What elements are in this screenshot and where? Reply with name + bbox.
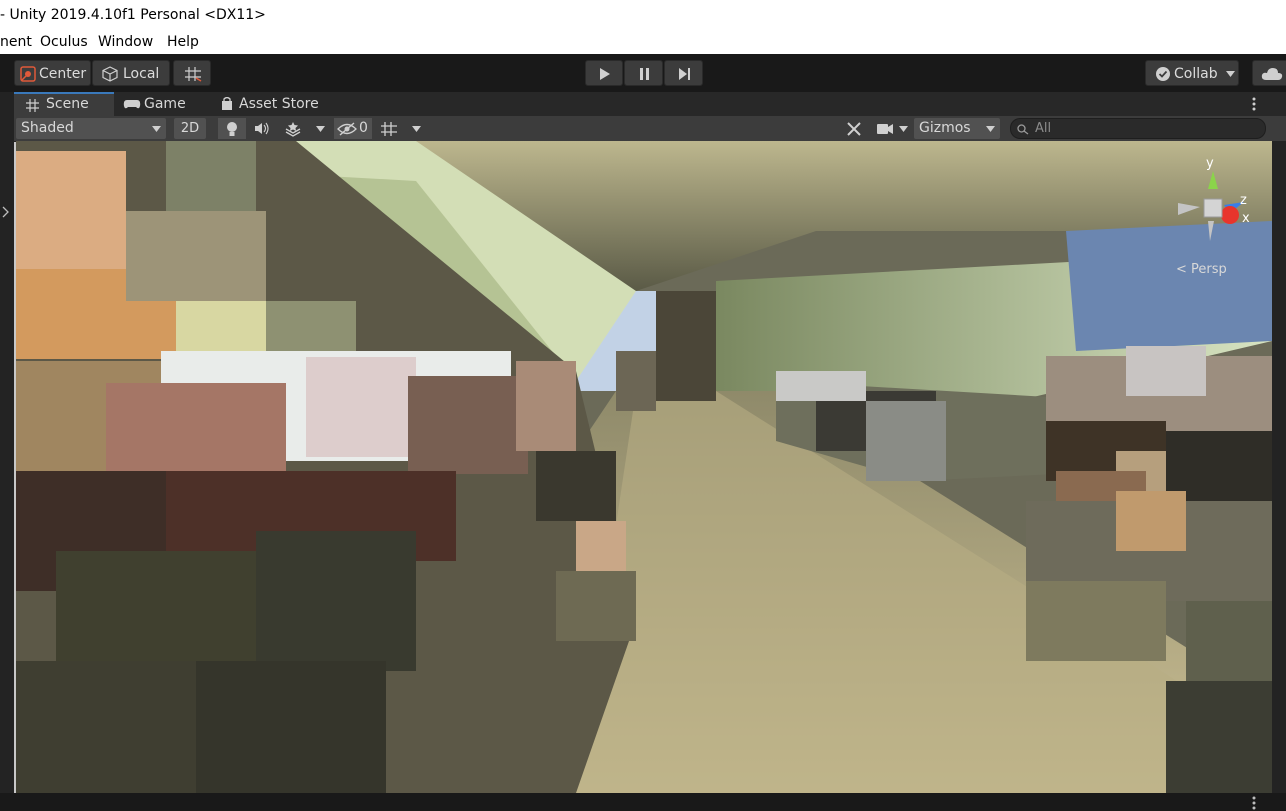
grid-snap-icon bbox=[185, 67, 202, 82]
pause-icon bbox=[640, 68, 649, 80]
gamepad-icon bbox=[123, 100, 141, 109]
shading-mode-dropdown[interactable]: Shaded bbox=[16, 118, 166, 139]
pause-button[interactable] bbox=[624, 60, 663, 86]
camera-icon bbox=[877, 124, 893, 134]
scene-view-toolbar: Shaded 2D 0 Gizmos All bbox=[14, 116, 1286, 142]
gizmo-x-axis[interactable] bbox=[1221, 206, 1239, 224]
search-icon bbox=[1017, 124, 1029, 135]
cloud-button[interactable] bbox=[1252, 60, 1286, 86]
check-circle-icon bbox=[1156, 67, 1170, 81]
tab-asset-store[interactable]: Asset Store bbox=[214, 92, 334, 116]
chevron-down-icon bbox=[316, 126, 325, 132]
camera-settings-dropdown[interactable] bbox=[872, 118, 912, 139]
left-panel-edge bbox=[0, 92, 14, 793]
scene-search-input[interactable]: All bbox=[1010, 118, 1266, 139]
tools-icon bbox=[847, 122, 861, 136]
search-placeholder: All bbox=[1035, 121, 1052, 136]
scene-viewport[interactable]: y z x < Persp bbox=[16, 141, 1272, 793]
gizmo-y-axis[interactable] bbox=[1208, 171, 1218, 189]
eye-hidden-icon bbox=[337, 122, 357, 136]
pivot-local-label: Local bbox=[123, 66, 160, 82]
chevron-down-icon bbox=[986, 126, 995, 132]
grid-icon bbox=[381, 122, 397, 136]
gizmo-x-label: x bbox=[1242, 211, 1250, 226]
audio-toggle-button[interactable] bbox=[248, 118, 276, 139]
tab-scene-label: Scene bbox=[46, 96, 89, 112]
tab-game-label: Game bbox=[144, 96, 186, 112]
pivot-center-label: Center bbox=[39, 66, 87, 82]
2d-toggle-button[interactable]: 2D bbox=[174, 118, 206, 139]
chevron-down-icon bbox=[899, 126, 908, 132]
window-title: - Unity 2019.4.10f1 Personal <DX11> bbox=[0, 7, 266, 23]
chevron-down-icon bbox=[412, 126, 421, 132]
shading-mode-label: Shaded bbox=[21, 120, 74, 136]
gizmos-label: Gizmos bbox=[919, 120, 971, 136]
speaker-icon bbox=[255, 122, 269, 135]
chevron-right-icon[interactable] bbox=[2, 206, 10, 218]
scene-render bbox=[16, 141, 1272, 793]
gizmos-dropdown[interactable]: Gizmos bbox=[914, 118, 1000, 139]
step-button[interactable] bbox=[664, 60, 703, 86]
pivot-local-button[interactable]: Local bbox=[92, 60, 170, 86]
chevron-down-icon bbox=[1226, 71, 1235, 77]
more-options-icon[interactable] bbox=[1252, 97, 1256, 111]
play-button[interactable] bbox=[585, 60, 623, 86]
layers-icon bbox=[285, 122, 301, 137]
menu-item-window[interactable]: Window bbox=[98, 30, 153, 54]
window-title-bar: - Unity 2019.4.10f1 Personal <DX11> bbox=[0, 0, 1286, 30]
menu-item-component[interactable]: nent bbox=[0, 30, 32, 54]
step-icon bbox=[679, 68, 690, 80]
pivot-icon bbox=[20, 66, 36, 82]
more-options-icon[interactable] bbox=[1252, 796, 1256, 810]
projection-label[interactable]: < Persp bbox=[1176, 262, 1227, 277]
hidden-count: 0 bbox=[359, 120, 368, 136]
tools-settings-button[interactable] bbox=[840, 118, 868, 139]
chevron-down-icon bbox=[152, 126, 161, 132]
2d-toggle-label: 2D bbox=[180, 121, 200, 136]
grid-visibility-dropdown[interactable] bbox=[374, 118, 424, 139]
effects-dropdown[interactable] bbox=[280, 118, 332, 139]
pivot-center-button[interactable]: Center bbox=[14, 60, 91, 86]
menu-item-help[interactable]: Help bbox=[167, 30, 199, 54]
hidden-objects-button[interactable]: 0 bbox=[334, 118, 372, 139]
lightbulb-icon bbox=[227, 122, 237, 136]
gizmo-y-label: y bbox=[1206, 156, 1214, 171]
collab-label: Collab bbox=[1174, 66, 1218, 82]
bag-icon bbox=[222, 97, 232, 110]
status-bar bbox=[0, 793, 1286, 811]
tab-asset-store-label: Asset Store bbox=[239, 96, 319, 112]
cube-icon bbox=[102, 66, 118, 82]
menu-bar: nent Oculus Window Help bbox=[0, 30, 1286, 54]
orientation-gizmo[interactable]: y z x < Persp bbox=[1166, 149, 1266, 279]
menu-item-oculus[interactable]: Oculus bbox=[40, 30, 88, 54]
play-icon bbox=[600, 68, 610, 80]
collab-button[interactable]: Collab bbox=[1145, 60, 1239, 86]
cloud-icon bbox=[1261, 68, 1283, 80]
grid-icon bbox=[26, 99, 39, 112]
gizmo-z-label: z bbox=[1240, 193, 1247, 208]
right-panel-edge bbox=[1272, 141, 1286, 793]
tab-game[interactable]: Game bbox=[114, 92, 214, 116]
tab-scene[interactable]: Scene bbox=[14, 92, 114, 116]
lighting-toggle-button[interactable] bbox=[218, 118, 246, 139]
grid-snap-button[interactable] bbox=[173, 60, 211, 86]
main-toolbar: Center Local Collab bbox=[0, 54, 1286, 92]
scene-tab-bar: Scene Game Asset Store bbox=[14, 92, 1286, 116]
